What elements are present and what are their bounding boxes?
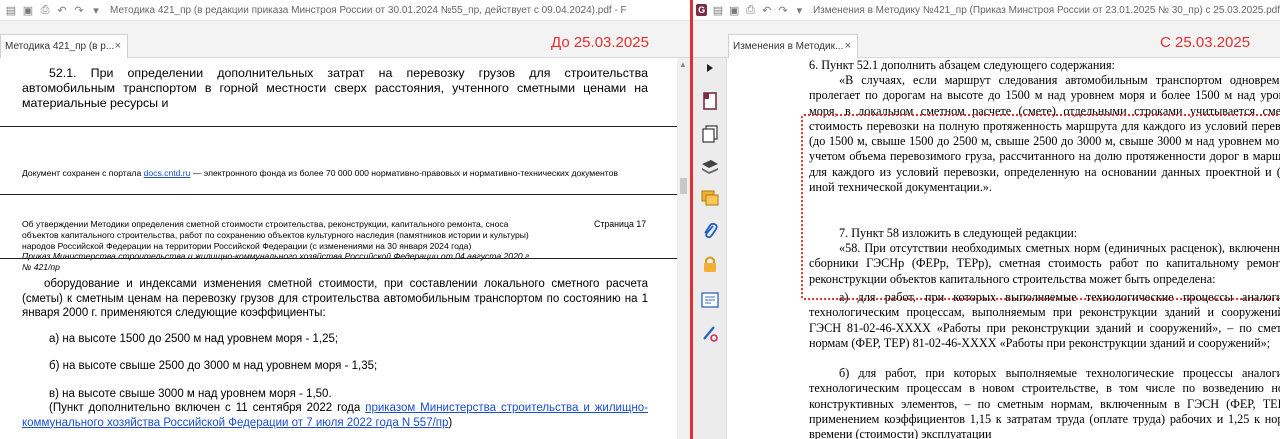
comments-icon[interactable]: [700, 188, 719, 207]
header-text: Об утверждении Методики определения смет…: [22, 219, 529, 251]
window-title: Изменения в Методику №421_пр (Приказ Мин…: [812, 4, 1280, 16]
footer-text: Документ сохранен с портала: [22, 168, 142, 178]
page-thumbnail-icon[interactable]: [700, 91, 719, 110]
close-tab-icon[interactable]: ×: [845, 40, 851, 52]
left-tab-bar: Методика 421_пр (в р... × До 25.03.2025: [0, 21, 690, 58]
print-icon[interactable]: ⎙: [39, 4, 51, 17]
right-title-bar: G ▤ ▣ ⎙ ↶ ↷ ▾ Изменения в Методику №421_…: [693, 0, 1280, 21]
page-header: Об утверждении Методики определения смет…: [22, 219, 542, 273]
paragraph-coefficients: оборудование и индексами изменения сметн…: [22, 278, 648, 320]
page-number: Страница 17: [594, 219, 647, 229]
paragraph-52-1: 52.1. При определении дополнительных зат…: [22, 66, 648, 110]
right-document-view: 6. Пункт 52.1 дополнить абзацем следующе…: [727, 58, 1280, 439]
lock-icon[interactable]: [700, 254, 719, 273]
amendment-note: (Пункт дополнительно включен с 11 сентяб…: [22, 401, 648, 430]
right-pdf-window: G ▤ ▣ ⎙ ↶ ↷ ▾ Изменения в Методику №421_…: [693, 0, 1280, 439]
dropdown-icon[interactable]: ▾: [90, 4, 102, 17]
scroll-up-icon[interactable]: ▲: [679, 60, 687, 69]
close-tab-icon[interactable]: ×: [115, 40, 121, 52]
left-title-bar: ▤ ▣ ⎙ ↶ ↷ ▾ Методика 421_пр (в редакции …: [0, 0, 690, 21]
layers-icon[interactable]: [700, 156, 719, 175]
app-logo-icon: G: [696, 4, 708, 16]
redo-icon[interactable]: ↷: [73, 4, 85, 17]
date-label: До 25.03.2025: [551, 34, 649, 51]
vertical-scrollbar[interactable]: ▲: [677, 58, 690, 439]
redo-icon[interactable]: ↷: [777, 4, 788, 17]
right-tab-bar: Изменения в Методик... × С 25.03.2025: [693, 21, 1280, 58]
date-label: С 25.03.2025: [1160, 34, 1251, 51]
pages-icon[interactable]: [700, 124, 719, 143]
paragraph-58: «58. При отсутствии необходимых сметных …: [809, 241, 1280, 286]
navigation-sidebar: [693, 58, 727, 439]
note-end: ): [448, 416, 453, 429]
form-fields-icon[interactable]: [700, 290, 719, 309]
left-pdf-window: ▤ ▣ ⎙ ↶ ↷ ▾ Методика 421_пр (в редакции …: [0, 0, 690, 439]
list-item-b: б) на высоте свыше 2500 до 3000 м над ур…: [49, 360, 378, 372]
page-footer: Документ сохранен с портала docs.cntd.ru…: [22, 168, 618, 178]
page-divider-2: [0, 194, 677, 195]
header-italic: Приказ Министерства строительства и жили…: [22, 251, 532, 273]
footer-text-2: — электронного фонда из более 70 000 000…: [192, 168, 618, 178]
scrollbar-thumb[interactable]: [680, 178, 687, 194]
signature-icon[interactable]: [700, 323, 719, 342]
save-icon[interactable]: ▣: [22, 4, 34, 17]
page-icon[interactable]: ▤: [5, 4, 17, 17]
dropdown-icon[interactable]: ▾: [794, 4, 805, 17]
list-item-c: в) на высоте свыше 3000 м над уровнем мо…: [49, 388, 332, 400]
document-tab[interactable]: Изменения в Методик... ×: [728, 34, 858, 58]
page-icon[interactable]: ▤: [712, 4, 723, 17]
document-tab[interactable]: Методика 421_пр (в р... ×: [0, 34, 128, 58]
list-item-a: а) на высоте 1500 до 2500 м над уровнем …: [49, 333, 339, 345]
paragraph-58-a: а) для работ, при которых выполняемые те…: [809, 290, 1280, 350]
undo-icon[interactable]: ↶: [761, 4, 772, 17]
expand-arrow-icon[interactable]: [700, 58, 719, 77]
undo-icon[interactable]: ↶: [56, 4, 68, 17]
window-title: Методика 421_пр (в редакции приказа Минс…: [110, 4, 627, 16]
tab-label: Методика 421_пр (в р...: [5, 41, 115, 52]
paragraph-58-b: б) для работ, при которых выполняемые те…: [809, 366, 1280, 439]
amendment-6-title: 6. Пункт 52.1 дополнить абзацем следующе…: [809, 58, 1115, 72]
header-rule: [0, 258, 677, 259]
save-icon[interactable]: ▣: [729, 4, 740, 17]
amendment-7-title: 7. Пункт 58 изложить в следующей редакци…: [839, 226, 1078, 240]
note-text: (Пункт дополнительно включен с 11 сентяб…: [49, 402, 361, 414]
attachment-icon[interactable]: [700, 221, 719, 240]
page-divider: [0, 126, 677, 127]
portal-link[interactable]: docs.cntd.ru: [144, 168, 191, 178]
print-icon[interactable]: ⎙: [745, 4, 756, 17]
tab-label: Изменения в Методик...: [733, 41, 844, 52]
